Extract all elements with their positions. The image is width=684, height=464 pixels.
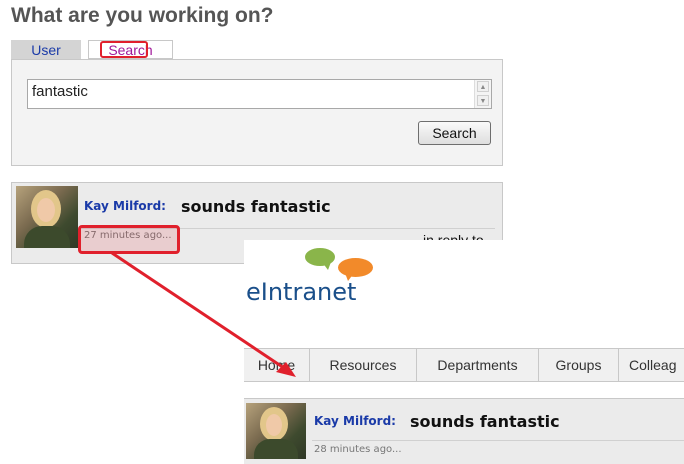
- search-button[interactable]: Search: [418, 121, 491, 145]
- intranet-nav: Home Resources Departments Groups Collea…: [244, 348, 684, 382]
- logo-orange-bubble-icon: [338, 258, 373, 277]
- post-author[interactable]: Kay Milford:: [84, 199, 166, 213]
- timestamp-highlight: [78, 225, 180, 254]
- intranet-post-message: sounds fantastic: [410, 412, 560, 431]
- nav-resources[interactable]: Resources: [310, 349, 417, 381]
- intranet-logo: eIntranet: [246, 278, 357, 306]
- post-message: sounds fantastic: [181, 197, 331, 216]
- nav-groups[interactable]: Groups: [539, 349, 619, 381]
- page-heading: What are you working on?: [11, 4, 274, 27]
- search-input-scrollbar[interactable]: ▲ ▼: [474, 80, 491, 108]
- scroll-up-icon[interactable]: ▲: [477, 81, 489, 92]
- avatar[interactable]: [246, 403, 306, 459]
- nav-departments[interactable]: Departments: [417, 349, 539, 381]
- nav-home[interactable]: Home: [244, 349, 310, 381]
- tab-search[interactable]: Search: [88, 40, 173, 59]
- intranet-status-post: [244, 398, 684, 464]
- scroll-down-icon[interactable]: ▼: [477, 95, 489, 106]
- tab-user-label: User: [31, 42, 61, 58]
- intranet-post-author[interactable]: Kay Milford:: [314, 414, 396, 428]
- intranet-post-divider: [312, 440, 684, 441]
- tab-search-highlight: [100, 41, 148, 58]
- avatar[interactable]: [16, 186, 78, 248]
- logo-green-bubble-tail: [322, 262, 331, 270]
- tab-user[interactable]: User: [11, 40, 81, 59]
- search-panel: [11, 59, 503, 166]
- search-input[interactable]: fantastic: [27, 79, 492, 109]
- intranet-post-timestamp[interactable]: 28 minutes ago...: [314, 444, 402, 455]
- nav-colleagues[interactable]: Colleag: [619, 349, 684, 381]
